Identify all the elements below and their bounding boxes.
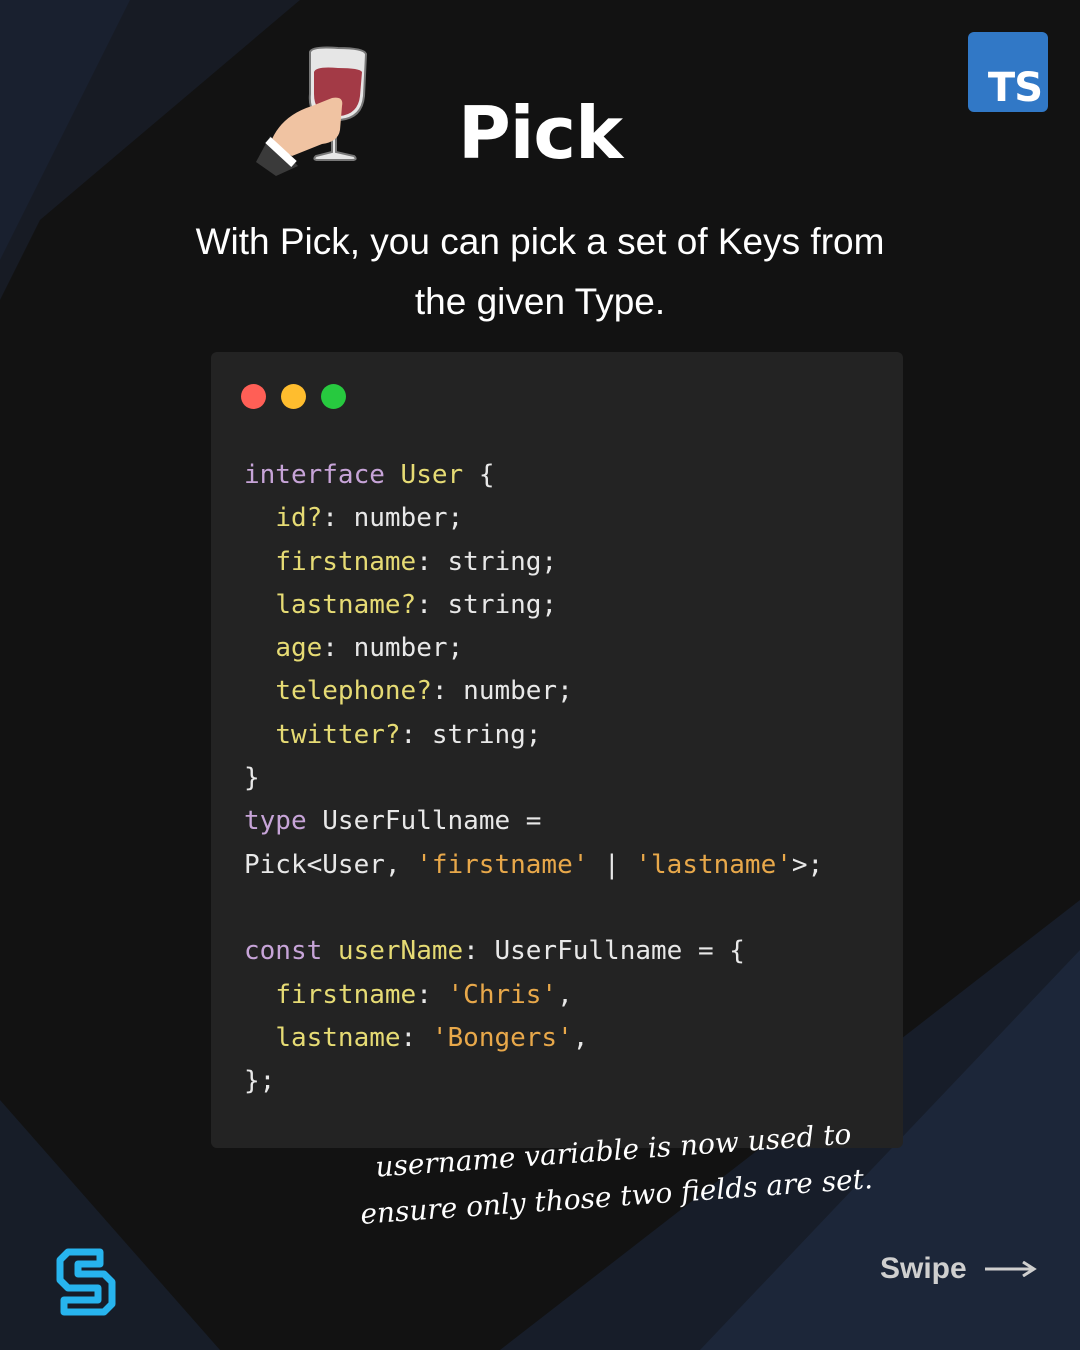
code-token: userName [337, 936, 464, 967]
code-line: id?: number; [244, 497, 823, 540]
code-line: firstname: 'Chris', [244, 974, 823, 1017]
window-controls [241, 384, 361, 409]
code-line: twitter?: string; [244, 714, 823, 757]
brand-logo-icon [56, 1248, 116, 1316]
code-line: interface User { [244, 454, 823, 497]
code-token: firstname [275, 546, 417, 577]
page-title: Pick [457, 91, 623, 175]
code-window: interface User { id?: number; firstname:… [211, 352, 903, 1148]
code-line: } [244, 757, 823, 800]
code-token: , [557, 979, 573, 1010]
code-line: lastname?: string; [244, 584, 823, 627]
minimize-dot [281, 384, 306, 409]
code-token: lastname [275, 1022, 401, 1053]
typescript-badge-text: TS [987, 65, 1043, 111]
code-token: Pick<User, [244, 849, 417, 880]
code-token: | [588, 849, 636, 880]
code-line: age: number; [244, 627, 823, 670]
code-line: }; [244, 1060, 823, 1103]
code-token: interface [244, 460, 401, 490]
code-token: : string; [416, 546, 558, 577]
code-token: : number; [322, 503, 464, 534]
code-token: telephone? [275, 676, 432, 707]
code-token: : string; [416, 589, 558, 620]
subtitle-line-1: With Pick, you can pick a set of Keys fr… [195, 221, 885, 262]
subtitle: With Pick, you can pick a set of Keys fr… [130, 212, 950, 332]
code-line: lastname: 'Bongers', [244, 1017, 823, 1060]
code-token: : string; [400, 719, 542, 750]
code-token: 'firstname' [416, 849, 589, 880]
swipe-label: Swipe [880, 1252, 967, 1285]
code-token: twitter? [275, 719, 401, 750]
code-line: telephone?: number; [244, 670, 823, 713]
code-token: type [244, 806, 323, 837]
code-token: User [400, 460, 464, 490]
close-dot [241, 384, 266, 409]
code-token: id? [275, 503, 323, 534]
code-line: firstname: string; [244, 541, 823, 584]
code-token: : [416, 979, 448, 1010]
code-token: 'Bongers' [431, 1022, 573, 1053]
typescript-badge: TS [968, 32, 1048, 112]
wine-glass-hand-icon [256, 46, 368, 176]
code-token: : number; [322, 633, 464, 664]
code-token: : [400, 1022, 432, 1053]
code-line: const userName: UserFullname = { [244, 930, 823, 973]
maximize-dot [321, 384, 346, 409]
code-token: , [572, 1022, 589, 1053]
code-block: interface User { id?: number; firstname:… [244, 454, 823, 1103]
swipe-indicator[interactable]: Swipe [880, 1252, 1037, 1286]
code-token: : number; [431, 676, 573, 707]
arrow-right-icon [984, 1261, 1037, 1277]
code-token: 'lastname' [635, 849, 792, 880]
code-token: const [244, 936, 338, 967]
code-token: { [463, 460, 495, 490]
code-token: 'Chris' [447, 979, 558, 1010]
code-token: : UserFullname = { [463, 936, 745, 967]
code-token: lastname? [275, 589, 417, 620]
code-token: firstname [275, 979, 417, 1010]
code-token: >; [791, 849, 824, 880]
code-token: UserFullname = [322, 806, 542, 837]
code-line: Pick<User, 'firstname' | 'lastname'>; [244, 844, 823, 887]
code-token: } [244, 763, 260, 794]
code-line: type UserFullname = [244, 800, 823, 843]
code-token: age [275, 633, 323, 664]
subtitle-line-2: the given Type. [414, 281, 666, 322]
code-token: }; [244, 1066, 276, 1097]
